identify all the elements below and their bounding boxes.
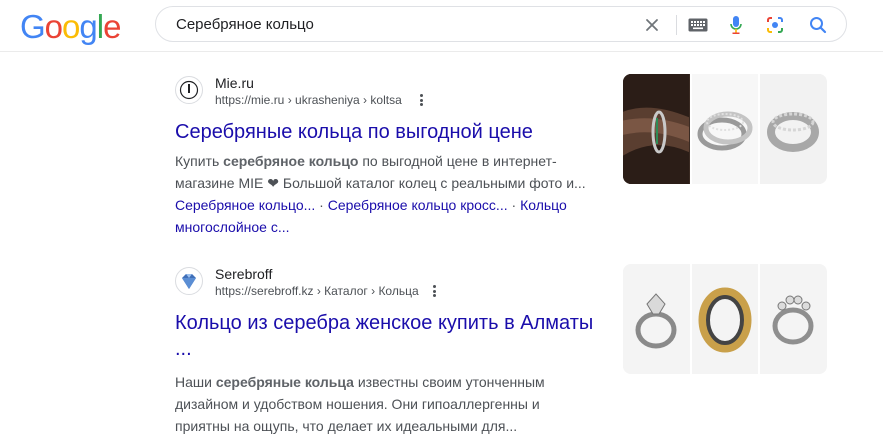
ring-photo-band[interactable] (760, 74, 827, 184)
camera-lens-icon[interactable] (763, 13, 787, 37)
site-name: Serebroff (215, 266, 273, 282)
logo-letter: G (20, 8, 46, 45)
ring-photo-stones[interactable] (760, 264, 827, 374)
result-source[interactable]: Serebroff https://serebroff.kz › Каталог… (175, 264, 605, 300)
close-icon[interactable] (640, 13, 664, 37)
result-title-link[interactable]: Серебряные кольца по выгодной цене (175, 119, 605, 145)
search-result: Mie.ru https://mie.ru › ukrasheniya › ko… (175, 73, 605, 238)
logo-letter: g (79, 8, 97, 45)
sitelinks: Серебряное кольцо... · Серебряное кольцо… (175, 197, 567, 235)
sitelink[interactable]: Серебряное кольцо... (175, 197, 315, 213)
favicon-mie (175, 76, 203, 104)
favicon-serebroff (175, 267, 203, 295)
site-name: Mie.ru (215, 75, 254, 91)
more-options-icon[interactable] (428, 283, 440, 299)
search-input[interactable] (176, 7, 626, 41)
microphone-icon[interactable] (724, 13, 748, 37)
result-image-strip (623, 74, 827, 184)
search-divider (676, 15, 677, 35)
search-icon[interactable] (806, 13, 830, 37)
ring-photo-gold-band[interactable] (691, 264, 759, 374)
google-logo[interactable]: Google (20, 8, 121, 46)
logo-letter: o (62, 8, 80, 45)
sitelink[interactable]: Серебряное кольцо кросс... (328, 197, 508, 213)
site-url: https://serebroff.kz › Каталог › Кольца (215, 284, 419, 298)
result-snippet: Купить серебряное кольцо по выгодной цен… (175, 153, 586, 191)
ring-photo-hand[interactable] (623, 74, 696, 184)
site-url: https://mie.ru › ukrasheniya › koltsa (215, 93, 402, 107)
keyboard-icon[interactable] (686, 13, 710, 37)
result-title-link[interactable]: Кольцо из серебра женское купить в Алмат… (175, 310, 605, 362)
logo-letter: e (103, 8, 121, 45)
ring-photo-diamond[interactable] (623, 264, 690, 374)
search-result: Serebroff https://serebroff.kz › Каталог… (175, 264, 605, 437)
result-snippet: Наши серебряные кольца известны своим ут… (175, 374, 545, 434)
result-image-strip (623, 264, 827, 374)
search-box (155, 6, 847, 42)
ring-photo-interlocking[interactable] (691, 74, 759, 184)
logo-letter: o (44, 8, 63, 45)
more-options-icon[interactable] (415, 92, 427, 108)
header: Google (0, 0, 883, 52)
result-source[interactable]: Mie.ru https://mie.ru › ukrasheniya › ko… (175, 73, 605, 109)
